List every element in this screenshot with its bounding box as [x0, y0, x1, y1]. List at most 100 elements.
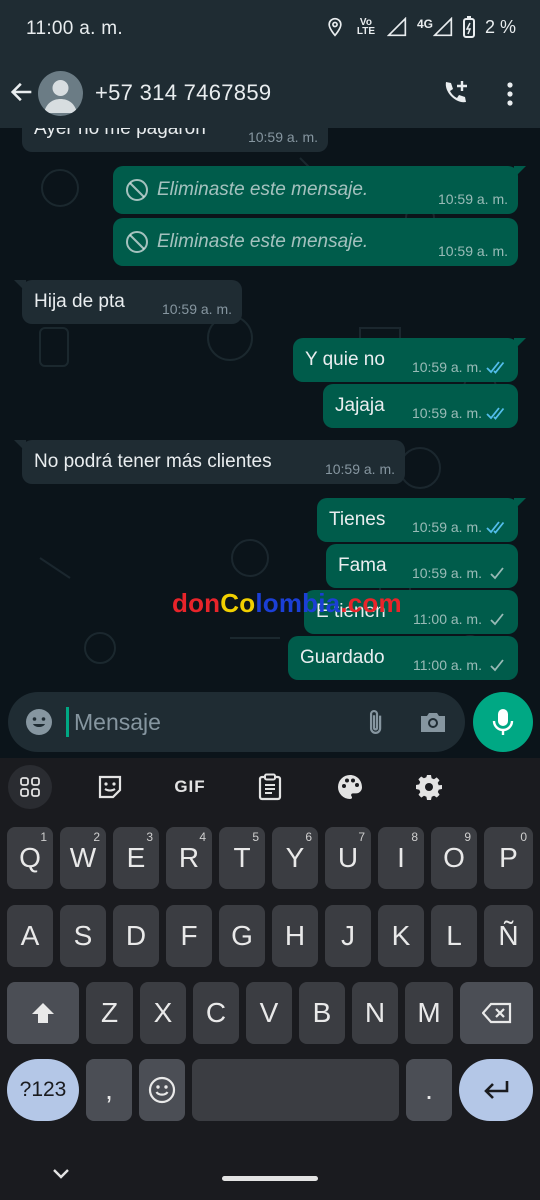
read-ticks-icon: [486, 407, 505, 420]
message-bubble-incoming[interactable]: Ayer no me pagaron 10:59 a. m.: [22, 128, 328, 152]
symbols-key[interactable]: ?123: [7, 1059, 79, 1121]
message-bubble-outgoing[interactable]: Fama 10:59 a. m.: [326, 544, 518, 588]
key-e[interactable]: E3: [113, 827, 159, 889]
key-j[interactable]: J: [325, 905, 371, 967]
sticker-button[interactable]: [88, 765, 132, 809]
key-o[interactable]: O9: [431, 827, 477, 889]
navigation-bar: [0, 1146, 540, 1200]
key-f[interactable]: F: [166, 905, 212, 967]
message-bubble-outgoing[interactable]: Tienes 10:59 a. m.: [317, 498, 526, 542]
theme-button[interactable]: [328, 765, 372, 809]
clipboard-button[interactable]: [248, 765, 292, 809]
chat-area[interactable]: Ayer no me pagaron 10:59 a. m. Eliminast…: [0, 128, 540, 692]
key-m[interactable]: M: [405, 982, 453, 1044]
message-meta: 10:59 a. m.: [162, 301, 232, 317]
backspace-key[interactable]: [460, 982, 533, 1044]
message-time: 10:59 a. m.: [437, 243, 508, 259]
key-h[interactable]: H: [272, 905, 318, 967]
message-text: Eliminaste este mensaje.: [125, 230, 368, 254]
key-q[interactable]: Q1: [7, 827, 53, 889]
message-bubble-deleted[interactable]: Eliminaste este mensaje. 10:59 a. m.: [113, 218, 518, 266]
microphone-icon: [492, 709, 514, 735]
message-time: 11:00 a. m.: [412, 611, 482, 627]
key-u[interactable]: U7: [325, 827, 371, 889]
key-n-tilde[interactable]: Ñ: [484, 905, 533, 967]
deleted-message-label: Eliminaste este mensaje.: [157, 179, 369, 200]
bubble-tail: [514, 338, 526, 350]
more-options-icon[interactable]: [500, 80, 520, 108]
key-hint: 5: [252, 830, 259, 844]
key-a[interactable]: A: [7, 905, 53, 967]
key-b[interactable]: B: [299, 982, 345, 1044]
key-label: E: [126, 842, 146, 873]
message-time: 10:59 a. m.: [437, 191, 508, 207]
voice-message-button[interactable]: [473, 692, 533, 752]
key-t[interactable]: T5: [219, 827, 265, 889]
message-bubble-incoming[interactable]: Hija de pta 10:59 a. m.: [14, 280, 242, 324]
chevron-down-icon[interactable]: [48, 1160, 74, 1186]
key-l[interactable]: L: [431, 905, 477, 967]
key-label: Ñ: [498, 920, 519, 951]
key-d[interactable]: D: [113, 905, 159, 967]
message-bubble-outgoing[interactable]: Jajaja 10:59 a. m.: [323, 384, 518, 428]
key-label: G: [231, 920, 253, 951]
camera-icon[interactable]: [418, 707, 448, 737]
key-label: I: [397, 842, 405, 873]
bubble-tail: [514, 166, 526, 178]
key-x[interactable]: X: [140, 982, 186, 1044]
key-r[interactable]: R4: [166, 827, 212, 889]
message-text: Tienes: [329, 509, 386, 530]
settings-button[interactable]: [407, 765, 451, 809]
key-c[interactable]: C: [193, 982, 239, 1044]
comma-key[interactable]: ,: [86, 1059, 132, 1121]
key-y[interactable]: Y6: [272, 827, 318, 889]
key-label: N: [364, 997, 386, 1028]
soft-keyboard: GIF Q1 W2 E3 R4 T5 Y6 U7 I8 O9 P0 A S D …: [0, 758, 540, 1200]
apps-grid-button[interactable]: [8, 765, 52, 809]
back-arrow-icon[interactable]: [8, 78, 36, 106]
message-bubble-outgoing[interactable]: Y quie no 10:59 a. m.: [293, 338, 526, 382]
shift-key[interactable]: [7, 982, 79, 1044]
period-key[interactable]: .: [406, 1059, 452, 1121]
key-g[interactable]: G: [219, 905, 265, 967]
key-hint: 4: [199, 830, 206, 844]
emoji-key[interactable]: [139, 1059, 185, 1121]
space-bar[interactable]: [192, 1059, 399, 1121]
sent-tick-icon: [490, 567, 504, 580]
message-text: Y quie no: [305, 349, 385, 370]
message-bubble-incoming[interactable]: No podrá tener más clientes 10:59 a. m.: [14, 440, 405, 484]
message-input-box[interactable]: [8, 692, 465, 752]
keyboard-toolbar: GIF: [0, 758, 540, 816]
message-meta: 11:00 a. m.: [413, 657, 508, 673]
contact-name[interactable]: +57 314 7467859: [95, 80, 271, 106]
watermark-part: .com: [340, 588, 402, 618]
gif-label: GIF: [174, 777, 206, 796]
message-text: Fama: [338, 555, 387, 576]
key-v[interactable]: V: [246, 982, 292, 1044]
compose-bar: [0, 692, 540, 758]
apps-grid-icon: [20, 777, 40, 797]
home-indicator[interactable]: [222, 1176, 318, 1181]
message-time: 11:00 a. m.: [412, 657, 482, 673]
avatar[interactable]: [38, 71, 83, 116]
message-bubble-outgoing[interactable]: Guardado 11:00 a. m.: [288, 636, 518, 680]
blocked-icon: [126, 231, 148, 253]
key-k[interactable]: K: [378, 905, 424, 967]
message-input[interactable]: [74, 702, 344, 742]
key-s[interactable]: S: [60, 905, 106, 967]
message-bubble-deleted[interactable]: Eliminaste este mensaje. 10:59 a. m.: [113, 166, 526, 214]
key-z[interactable]: Z: [86, 982, 133, 1044]
emoji-icon[interactable]: [24, 707, 54, 737]
message-meta: 10:59 a. m.: [412, 565, 508, 581]
key-p[interactable]: P0: [484, 827, 533, 889]
enter-key[interactable]: [459, 1059, 533, 1121]
attach-icon[interactable]: [363, 707, 393, 737]
message-meta: 10:59 a. m.: [412, 359, 508, 375]
gear-icon: [416, 775, 442, 800]
gif-button[interactable]: GIF: [168, 765, 212, 809]
add-call-icon[interactable]: [440, 78, 470, 108]
key-w[interactable]: W2: [60, 827, 106, 889]
watermark-part: lombia: [255, 588, 341, 618]
key-n[interactable]: N: [352, 982, 398, 1044]
key-i[interactable]: I8: [378, 827, 424, 889]
